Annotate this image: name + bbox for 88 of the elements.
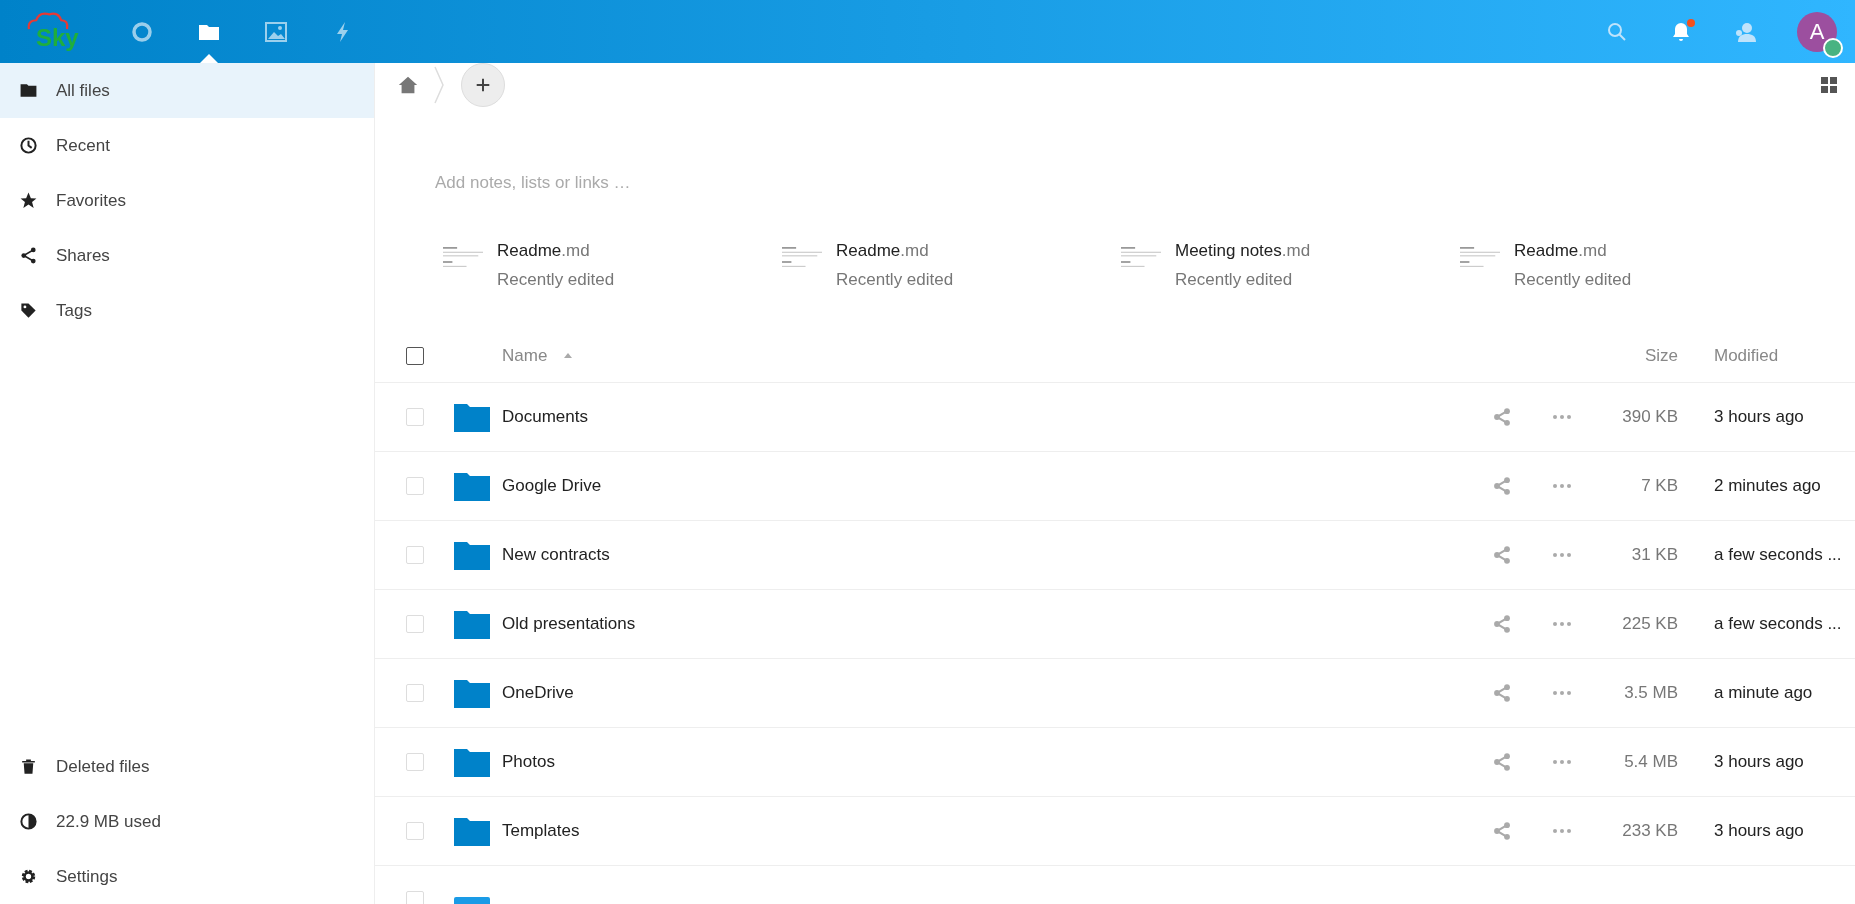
sidebar-item[interactable]: Tags [0, 283, 374, 338]
more-options-icon[interactable] [1552, 759, 1572, 765]
folder-icon [19, 81, 38, 100]
trash-icon [19, 757, 38, 776]
folder-icon [454, 402, 490, 432]
file-name[interactable]: Google Drive [502, 476, 602, 496]
recent-file-status: Recently edited [497, 270, 615, 290]
sidebar-item[interactable]: 22.9 MB used [0, 794, 374, 849]
recent-file-name[interactable]: Meeting notes.md [1175, 241, 1311, 261]
share-icon[interactable] [1492, 683, 1512, 703]
new-button[interactable] [461, 63, 505, 107]
folder-icon [454, 609, 490, 639]
more-options-icon[interactable] [1552, 552, 1572, 558]
share-icon[interactable] [1492, 545, 1512, 565]
document-thumbnail-icon [1121, 247, 1161, 267]
document-thumbnail-icon [782, 247, 822, 267]
file-name[interactable]: OneDrive [502, 683, 574, 703]
more-options-icon[interactable] [1552, 828, 1572, 834]
modified-time: 3 hours ago [1714, 821, 1804, 840]
folder-icon [454, 816, 490, 846]
home-icon[interactable] [397, 74, 419, 96]
tag-icon [19, 301, 38, 320]
modified-column-header[interactable]: Modified [1714, 346, 1779, 365]
name-column-header[interactable]: Name [502, 346, 548, 366]
row-checkbox[interactable] [405, 684, 424, 702]
folder-icon [454, 747, 490, 777]
file-size: 5.4 MB [1624, 752, 1678, 772]
share-icon [19, 246, 38, 265]
modified-time: a few seconds ... [1714, 545, 1842, 564]
row-checkbox[interactable] [405, 477, 424, 495]
more-options-icon[interactable] [1552, 690, 1572, 696]
sidebar-item[interactable]: Settings [0, 849, 374, 904]
clock-icon [19, 136, 38, 155]
sidebar-item[interactable]: Favorites [0, 173, 374, 228]
grid-view-icon[interactable] [1821, 77, 1837, 93]
folder-icon [454, 471, 490, 501]
row-checkbox[interactable] [405, 615, 424, 633]
recent-file-name[interactable]: Readme.md [1514, 241, 1632, 261]
share-icon[interactable] [1492, 614, 1512, 634]
sidebar-item[interactable]: Deleted files [0, 739, 374, 794]
share-icon[interactable] [1492, 407, 1512, 427]
modified-time: a few seconds ... [1714, 614, 1842, 633]
settings-icon [19, 867, 38, 886]
share-icon[interactable] [1492, 821, 1512, 841]
file-size: 31 KB [1631, 545, 1678, 565]
document-thumbnail-icon [1460, 247, 1500, 267]
file-size: 390 KB [1622, 407, 1678, 427]
sidebar-item[interactable]: Recent [0, 118, 374, 173]
select-all-checkbox[interactable] [405, 347, 424, 365]
file-name[interactable]: Templates [502, 821, 580, 841]
sidebar-item[interactable]: All files [0, 63, 374, 118]
file-size: 233 KB [1622, 821, 1678, 841]
recent-file-name[interactable]: Readme.md [497, 241, 615, 261]
modified-time: 3 hours ago [1714, 752, 1804, 771]
row-checkbox[interactable] [405, 408, 424, 426]
folder-icon [454, 540, 490, 570]
size-column-header[interactable]: Size [1644, 346, 1678, 366]
modified-time: a minute ago [1714, 683, 1813, 702]
file-name[interactable]: New contracts [502, 545, 610, 565]
modified-time: 2 minutes ago [1714, 476, 1821, 495]
file-size: 225 KB [1622, 614, 1678, 634]
file-size: 3.5 MB [1624, 683, 1678, 703]
document-thumbnail-icon [443, 247, 483, 267]
row-checkbox[interactable] [405, 753, 424, 771]
plus-icon [474, 76, 492, 94]
file-size: 7 KB [1641, 476, 1678, 496]
recent-file-name[interactable]: Readme.md [836, 241, 954, 261]
file-name[interactable]: Photos [502, 752, 555, 772]
sidebar-item[interactable]: Shares [0, 228, 374, 283]
breadcrumb-separator-icon [433, 65, 445, 105]
share-icon[interactable] [1492, 476, 1512, 496]
user-avatar[interactable]: A [1797, 11, 1837, 52]
recent-file-status: Recently edited [836, 270, 954, 290]
more-options-icon[interactable] [1552, 621, 1572, 627]
star-icon [19, 191, 38, 210]
file-name[interactable]: Documents [502, 407, 588, 427]
file-name[interactable]: Old presentations [502, 614, 636, 634]
row-checkbox[interactable] [405, 546, 424, 564]
recent-file-status: Recently edited [1514, 270, 1632, 290]
row-checkbox[interactable] [405, 891, 424, 904]
more-options-icon[interactable] [1552, 414, 1572, 420]
more-options-icon[interactable] [1552, 483, 1572, 489]
recent-file-status: Recently edited [1175, 270, 1294, 290]
share-icon[interactable] [1492, 752, 1512, 772]
pie-chart-icon [19, 812, 38, 831]
folder-icon [454, 678, 490, 708]
modified-time: 3 hours ago [1714, 407, 1804, 426]
row-checkbox[interactable] [405, 822, 424, 840]
